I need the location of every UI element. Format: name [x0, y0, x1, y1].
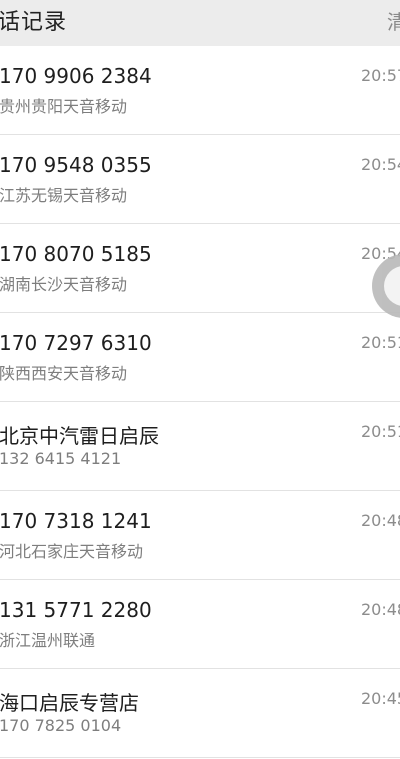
call-subtitle: 贵州贵阳天音移动	[0, 97, 128, 116]
call-time: 20:48	[361, 600, 400, 619]
call-title: 170 7318 1241	[0, 509, 152, 533]
call-time: 20:51	[361, 422, 400, 441]
call-subtitle: 170 7825 0104	[0, 716, 122, 735]
call-subtitle: 河北石家庄天音移动	[0, 542, 144, 561]
call-title: 170 8070 5185	[0, 242, 152, 266]
call-row[interactable]: 170 7297 6310 陕西西安天音移动 20:51	[0, 313, 400, 402]
call-row[interactable]: 170 8070 5185 湖南长沙天音移动 20:54	[0, 224, 400, 313]
call-row[interactable]: 170 7318 1241 河北石家庄天音移动 20:48	[0, 491, 400, 580]
call-title: 北京中汽雷日启辰	[0, 424, 159, 448]
call-time: 20:54	[361, 155, 400, 174]
clear-button[interactable]: 清	[387, 6, 400, 35]
call-subtitle: 浙江温州联通	[0, 631, 96, 650]
call-subtitle: 陕西西安天音移动	[0, 364, 128, 383]
call-row[interactable]: 海口启辰专营店 170 7825 0104 20:45	[0, 669, 400, 758]
call-row[interactable]: 北京中汽雷日启辰 132 6415 4121 20:51	[0, 402, 400, 491]
call-time: 20:51	[361, 333, 400, 352]
call-time: 20:45	[361, 689, 400, 708]
call-row[interactable]: 131 5771 2280 浙江温州联通 20:48	[0, 580, 400, 669]
call-list: 170 9906 2384 贵州贵阳天音移动 20:57 170 9548 03…	[0, 46, 400, 758]
call-title: 海口启辰专营店	[0, 691, 139, 715]
call-subtitle: 湖南长沙天音移动	[0, 275, 128, 294]
call-title: 170 9548 0355	[0, 153, 152, 177]
call-row[interactable]: 170 9548 0355 江苏无锡天音移动 20:54	[0, 135, 400, 224]
floating-ball-core-icon	[384, 266, 400, 306]
call-subtitle: 132 6415 4121	[0, 449, 122, 468]
header-bar: 话记录 清	[0, 0, 400, 46]
call-row[interactable]: 170 9906 2384 贵州贵阳天音移动 20:57	[0, 46, 400, 135]
call-time: 20:48	[361, 511, 400, 530]
page-title: 话记录	[0, 10, 68, 35]
call-log-screen: 话记录 清 170 9906 2384 贵州贵阳天音移动 20:57 170 9…	[0, 0, 400, 759]
call-title: 170 9906 2384	[0, 64, 152, 88]
call-time: 20:57	[361, 66, 400, 85]
call-subtitle: 江苏无锡天音移动	[0, 186, 128, 205]
call-title: 170 7297 6310	[0, 331, 152, 355]
call-title: 131 5771 2280	[0, 598, 152, 622]
